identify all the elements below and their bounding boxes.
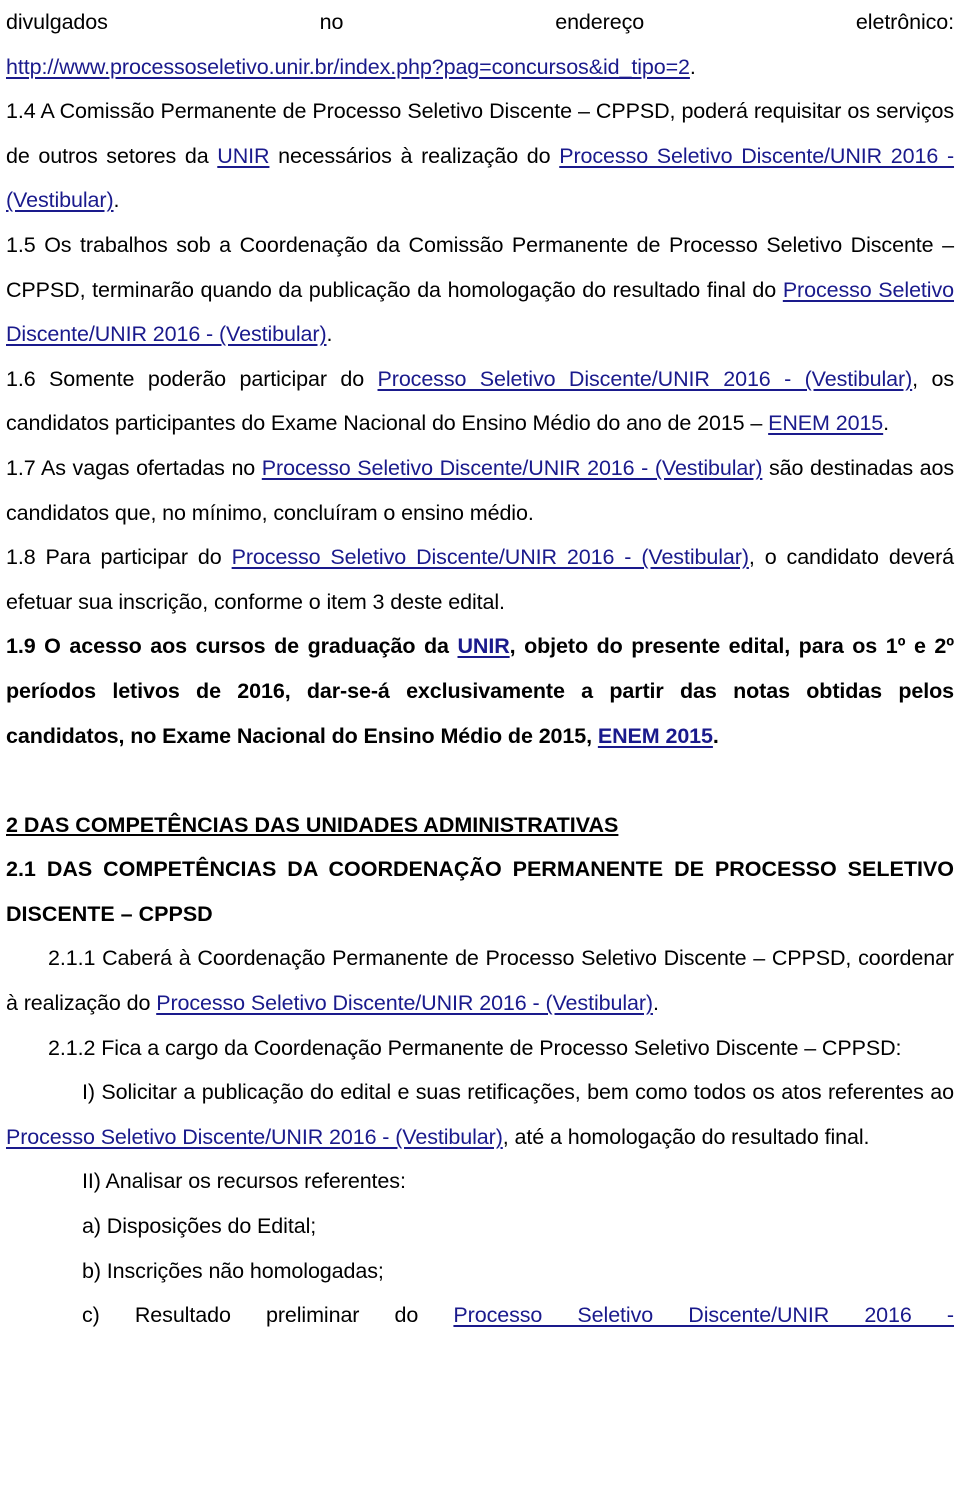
- word-endereco: endereço: [555, 10, 645, 34]
- item-1-9-text-c: .: [712, 723, 719, 748]
- paragraph-item-c: c) Resultado preliminar do Processo Sele…: [6, 1293, 954, 1338]
- paragraph-item-a: a) Disposições do Edital;: [82, 1214, 317, 1239]
- paragraph-item-1-5: 1.5 Os trabalhos sob a Coordenação da Co…: [6, 223, 954, 357]
- url-trailing-period: .: [689, 54, 696, 79]
- link-processo-seletivo-discente-unir-2016[interactable]: Processo Seletivo Discente/UNIR 2016 -: [453, 1303, 954, 1327]
- link-unir[interactable]: UNIR: [458, 634, 510, 658]
- link-processo-seletivo-discente-unir-2016[interactable]: Processo Seletivo Discente/UNIR 2016 - (…: [156, 991, 653, 1015]
- item-1-7-text-a: 1.7 As vagas ofertadas no: [6, 455, 262, 480]
- item-c-text-a: c) Resultado preliminar do: [82, 1303, 454, 1328]
- item-1-6-text-c: .: [883, 411, 890, 436]
- link-processoseletivo-url[interactable]: http://www.processoseletivo.unir.br/inde…: [6, 55, 690, 79]
- item-1-5-text-b: .: [326, 322, 333, 347]
- word-eletronico: eletrônico:: [855, 10, 955, 34]
- paragraph-item-1-6: 1.6 Somente poderão participar do Proces…: [6, 357, 954, 446]
- item-1-4-text-b: necessários à realização do: [269, 143, 560, 168]
- item-2-1-1-text-b: .: [652, 991, 659, 1016]
- link-processo-seletivo-discente-unir-2016[interactable]: Processo Seletivo Discente/UNIR 2016 - (…: [378, 367, 913, 391]
- link-processo-seletivo-discente-unir-2016[interactable]: Processo Seletivo Discente/UNIR 2016 - (…: [232, 545, 749, 569]
- word-no: no: [319, 10, 344, 34]
- link-enem-2015[interactable]: ENEM 2015: [768, 411, 883, 435]
- paragraph-item-1-8: 1.8 Para participar do Processo Seletivo…: [6, 535, 954, 624]
- paragraph-item-2-1-1: 2.1.1 Caberá à Coordenação Permanente de…: [6, 936, 954, 1025]
- document-page: divulgados no endereço eletrônico: http:…: [0, 0, 960, 1507]
- paragraph-item-1-9: 1.9 O acesso aos cursos de graduação da …: [6, 624, 954, 758]
- link-enem-2015[interactable]: ENEM 2015: [598, 724, 713, 748]
- link-processo-seletivo-discente-unir-2016[interactable]: Processo Seletivo Discente/UNIR 2016 - (…: [262, 456, 763, 480]
- item-1-8-text-a: 1.8 Para participar do: [6, 545, 232, 570]
- paragraph-item-2-1-2: 2.1.2 Fica a cargo da Coordenação Perman…: [48, 1035, 902, 1060]
- item-1-9-text-a: 1.9 O acesso aos cursos de graduação da: [6, 634, 458, 659]
- document-body: divulgados no endereço eletrônico: http:…: [6, 0, 954, 1338]
- item-1-4-text-c: .: [113, 188, 120, 213]
- heading-section-2: 2 DAS COMPETÊNCIAS DAS UNIDADES ADMINIST…: [6, 803, 954, 848]
- item-I-text-b: , até a homologação do resultado final.: [502, 1124, 870, 1149]
- link-processo-seletivo-discente-unir-2016[interactable]: Processo Seletivo Discente/UNIR 2016 - (…: [6, 1125, 503, 1149]
- paragraph-item-b: b) Inscrições não homologadas;: [82, 1258, 384, 1283]
- item-I-text-a: I) Solicitar a publicação do edital e su…: [82, 1080, 954, 1105]
- word-divulgados: divulgados: [6, 10, 108, 34]
- paragraph-item-roman-II: II) Analisar os recursos referentes:: [82, 1169, 406, 1194]
- paragraph-item-1-4: 1.4 A Comissão Permanente de Processo Se…: [6, 89, 954, 223]
- paragraph-item-roman-I: I) Solicitar a publicação do edital e su…: [6, 1070, 954, 1159]
- item-1-6-text-a: 1.6 Somente poderão participar do: [6, 366, 378, 391]
- blank-line-spacer: [6, 758, 954, 803]
- paragraph-url: http://www.processoseletivo.unir.br/inde…: [6, 45, 954, 90]
- heading-section-2-label: 2 DAS COMPETÊNCIAS DAS UNIDADES ADMINIST…: [6, 812, 619, 837]
- heading-section-2-1: 2.1 DAS COMPETÊNCIAS DA COORDENAÇÃO PERM…: [6, 847, 954, 936]
- paragraph-continuation: divulgados no endereço eletrônico:: [6, 0, 954, 45]
- link-unir[interactable]: UNIR: [217, 144, 269, 168]
- paragraph-item-1-7: 1.7 As vagas ofertadas no Processo Selet…: [6, 446, 954, 535]
- heading-section-2-1-label: 2.1 DAS COMPETÊNCIAS DA COORDENAÇÃO PERM…: [6, 857, 954, 926]
